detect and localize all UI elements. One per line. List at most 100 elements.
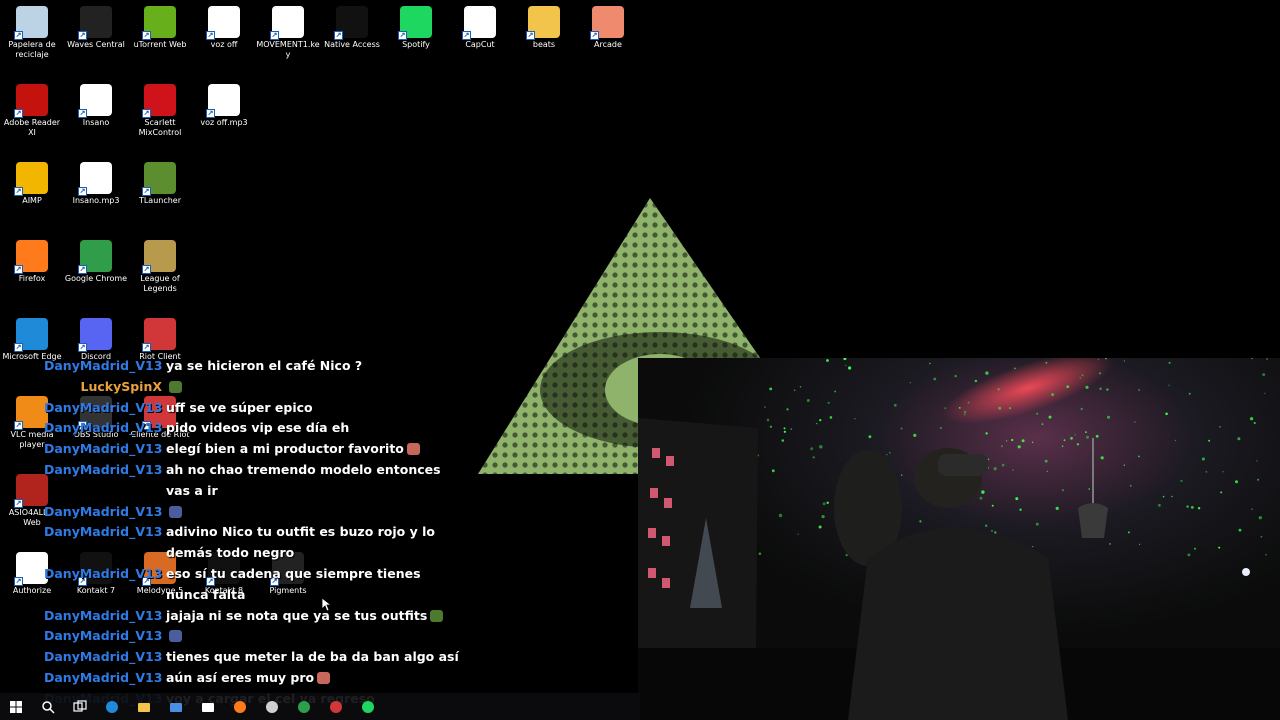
taskbar-button-firefox[interactable] xyxy=(224,693,256,720)
laser-star-speck xyxy=(1235,480,1238,484)
chat-text xyxy=(164,626,464,647)
laser-star-speck xyxy=(834,390,837,393)
shortcut-arrow-icon: ↗ xyxy=(78,343,87,352)
desktop-icon-voz-off-mp3[interactable]: ↗ voz off.mp3 xyxy=(192,80,256,128)
desktop-icon-label: Native Access xyxy=(324,40,380,49)
laser-star-speck xyxy=(806,399,810,402)
laser-star-speck xyxy=(1138,389,1140,391)
shortcut-arrow-icon: ↗ xyxy=(590,31,599,40)
laser-star-speck xyxy=(1251,508,1253,510)
laser-star-speck xyxy=(819,445,823,449)
taskbar-button-store[interactable] xyxy=(160,693,192,720)
desktop-icon-papelera-de-reciclaje[interactable]: ↗ Papelera de reciclaje xyxy=(0,2,64,60)
chat-text: pido videos vip ese día eh xyxy=(164,418,464,439)
laser-star-speck xyxy=(769,425,773,428)
desktop-icon-microsoft-edge[interactable]: ↗ Microsoft Edge xyxy=(0,314,64,362)
laser-star-speck xyxy=(1256,460,1258,462)
desktop-icon-voz-off[interactable]: ↗ voz off xyxy=(192,2,256,50)
laser-star-speck xyxy=(1074,434,1076,436)
mail-icon xyxy=(202,702,214,712)
desktop-icon-utorrent-web[interactable]: ↗ uTorrent Web xyxy=(128,2,192,50)
laser-star-speck xyxy=(1001,463,1005,467)
shortcut-arrow-icon: ↗ xyxy=(14,421,23,430)
laser-star-speck xyxy=(1106,388,1109,391)
chat-emote-icon xyxy=(430,609,444,622)
laser-star-speck xyxy=(1188,392,1191,395)
taskbar-button-mail[interactable] xyxy=(192,693,224,720)
laser-star-speck xyxy=(799,386,802,388)
desktop-icon-riot-client[interactable]: ↗ Riot Client xyxy=(128,314,192,362)
folder-icon: ↗ xyxy=(526,6,560,40)
laser-star-speck xyxy=(1201,457,1205,461)
taskbar-button-chrome[interactable] xyxy=(288,693,320,720)
laser-star-speck xyxy=(1208,439,1211,442)
laser-star-speck xyxy=(1063,439,1066,442)
taskbar-button-spotify[interactable] xyxy=(352,693,384,720)
desktop-icon-discord[interactable]: ↗ Discord xyxy=(64,314,128,362)
taskbar-button-riot-client[interactable] xyxy=(320,693,352,720)
taskbar-button-search[interactable] xyxy=(32,693,64,720)
desktop-icon-arcade[interactable]: ↗ Arcade xyxy=(576,2,640,50)
taskbar-button-file-explorer[interactable] xyxy=(128,693,160,720)
laser-star-speck xyxy=(1218,546,1221,549)
desktop-icon-native-access[interactable]: ↗ Native Access xyxy=(320,2,384,50)
desktop-icon-waves-central[interactable]: ↗ Waves Central xyxy=(64,2,128,50)
laser-star-speck xyxy=(827,401,830,404)
laser-star-speck xyxy=(1253,421,1256,425)
taskbar-button-edge[interactable] xyxy=(96,693,128,720)
desktop-icon-movement1-key[interactable]: ↗ MOVEMENT1.key xyxy=(256,2,320,60)
shortcut-arrow-icon: ↗ xyxy=(14,499,23,508)
taskbar-button-task-view[interactable] xyxy=(64,693,96,720)
chat-username: LuckySpinX xyxy=(80,378,162,394)
chat-text-content: tienes que meter la de ba da ban algo as… xyxy=(166,649,459,665)
chat-username: DanyMadrid_V13 xyxy=(44,524,163,540)
audio-file-icon: ↗ xyxy=(206,6,240,40)
desktop-icon-aimp[interactable]: ↗ AIMP xyxy=(0,158,64,206)
desktop-icon-insano-mp3[interactable]: ↗ Insano.mp3 xyxy=(64,158,128,206)
desktop-icon-beats[interactable]: ↗ beats xyxy=(512,2,576,50)
shortcut-arrow-icon: ↗ xyxy=(78,265,87,274)
laser-star-speck xyxy=(1011,438,1014,442)
desktop-icon-label: Adobe Reader XI xyxy=(3,118,61,137)
laser-star-speck xyxy=(993,467,997,471)
laser-star-speck xyxy=(854,418,856,420)
laser-star-speck xyxy=(1123,464,1125,466)
league-icon: ↗ xyxy=(142,240,176,274)
taskbar-button-obs[interactable] xyxy=(256,693,288,720)
desktop-icon-scarlett-mixcontrol[interactable]: ↗ Scarlett MixControl xyxy=(128,80,192,138)
laser-star-speck xyxy=(810,447,814,451)
desktop-icon-label: voz off.mp3 xyxy=(200,118,248,127)
laser-star-speck xyxy=(1265,553,1267,556)
key-file-icon: ↗ xyxy=(270,6,304,40)
laser-star-speck xyxy=(818,525,822,529)
chat-username: DanyMadrid_V13 xyxy=(44,649,163,665)
shortcut-arrow-icon: ↗ xyxy=(78,31,87,40)
desktop-icon-spotify[interactable]: ↗ Spotify xyxy=(384,2,448,50)
desktop-icon-insano[interactable]: ↗ Insano xyxy=(64,80,128,128)
chat-emote-icon xyxy=(169,505,182,518)
chat-text: aún así eres muy pro xyxy=(164,668,464,689)
laser-star-speck xyxy=(1168,361,1171,364)
laser-star-speck xyxy=(1041,423,1044,425)
laser-star-speck xyxy=(1066,385,1069,388)
desktop-icon-label: Spotify xyxy=(402,40,430,49)
laser-star-speck xyxy=(1021,439,1025,443)
laser-star-speck xyxy=(1014,367,1016,370)
desktop-icon-adobe-reader-xi[interactable]: ↗ Adobe Reader XI xyxy=(0,80,64,138)
desktop-icon-firefox[interactable]: ↗ Firefox xyxy=(0,236,64,284)
desktop-icon-tlauncher[interactable]: ↗ TLauncher xyxy=(128,158,192,206)
desktop-icon-label: beats xyxy=(532,40,556,49)
desktop-icon-capcut[interactable]: ↗ CapCut xyxy=(448,2,512,50)
laser-star-speck xyxy=(1168,384,1170,387)
laser-star-speck xyxy=(1098,372,1101,375)
laser-star-speck xyxy=(769,387,773,391)
desktop-icon-label: TLauncher xyxy=(138,196,182,205)
laser-star-speck xyxy=(790,428,793,430)
laser-star-speck xyxy=(1088,488,1090,490)
taskbar-button-windows-start[interactable] xyxy=(0,693,32,720)
laser-star-speck xyxy=(940,427,942,429)
laser-star-speck xyxy=(933,377,937,381)
desktop-icon-league-of-legends[interactable]: ↗ League of Legends xyxy=(128,236,192,294)
desktop-icon-google-chrome[interactable]: ↗ Google Chrome xyxy=(64,236,128,284)
chat-message: DanyMadrid_V13 xyxy=(44,502,464,523)
